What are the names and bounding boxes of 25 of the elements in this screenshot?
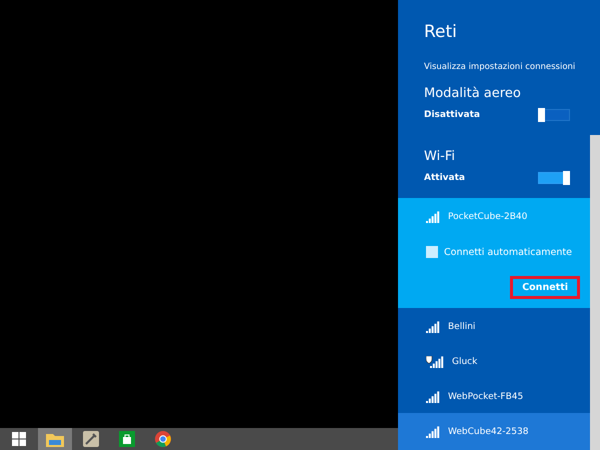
network-item[interactable]: Bellini xyxy=(398,308,590,343)
toggle-state-label: Attivata xyxy=(424,173,465,183)
scrollbar[interactable] xyxy=(590,135,600,450)
network-item[interactable]: WebPocket-FB45 xyxy=(398,378,590,413)
checkbox[interactable] xyxy=(426,246,438,258)
toggle-switch[interactable] xyxy=(538,172,570,184)
network-name: WebPocket-FB45 xyxy=(448,392,524,402)
network-name: PocketCube-2B40 xyxy=(448,212,528,222)
folder-icon xyxy=(46,432,64,446)
shopping-bag-icon xyxy=(119,431,135,447)
network-name: Bellini xyxy=(448,322,476,332)
tool-icon xyxy=(83,431,99,447)
toggle-switch[interactable] xyxy=(538,109,570,121)
browser-icon xyxy=(155,431,171,447)
network-item[interactable]: Gluck xyxy=(398,343,590,378)
checkbox-label: Connetti automaticamente xyxy=(444,246,572,258)
toggle-state-label: Disattivata xyxy=(424,110,480,120)
panel-title: Reti xyxy=(424,22,458,42)
section-title: Modalità aereo xyxy=(424,86,522,101)
settings-link[interactable]: Visualizza impostazioni connessioni xyxy=(424,62,600,72)
network-item[interactable]: WebCube42-2538 xyxy=(398,413,590,450)
section-title: Wi-Fi xyxy=(424,149,456,164)
network-name: WebCube42-2538 xyxy=(448,427,528,437)
windows-logo-icon xyxy=(12,432,26,446)
network-name: Gluck xyxy=(452,357,478,367)
